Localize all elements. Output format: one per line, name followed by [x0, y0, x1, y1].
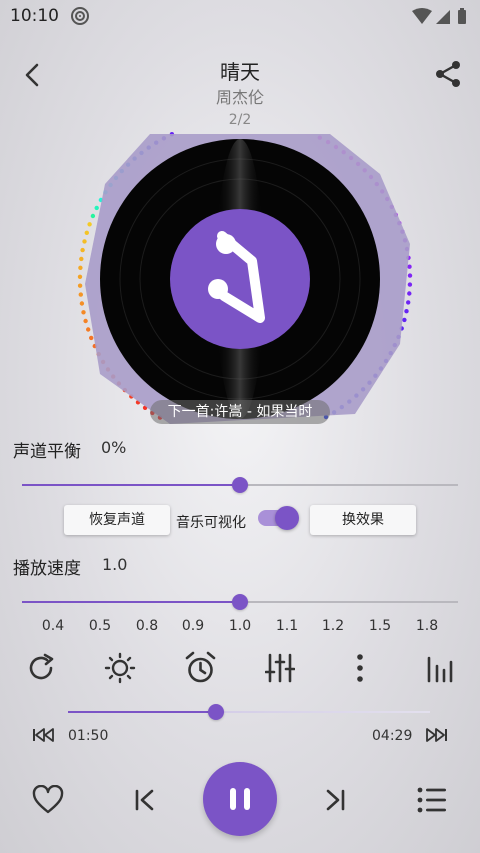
- balance-slider-fill: [22, 484, 240, 486]
- restore-channel-button[interactable]: 恢复声道: [64, 505, 170, 535]
- brightness-icon[interactable]: [104, 652, 136, 684]
- next-icon[interactable]: [324, 789, 346, 811]
- visualizer-dot: [79, 256, 84, 262]
- fast-forward-icon[interactable]: [424, 727, 448, 743]
- music-visualizer[interactable]: [40, 124, 440, 444]
- visualizer-dot: [90, 213, 96, 219]
- album-cover: [170, 209, 310, 349]
- speed-label: 播放速度: [13, 559, 81, 579]
- visualizer-dot: [407, 291, 412, 296]
- next-song-hint: 下一首:许嵩 - 如果当时: [150, 400, 330, 424]
- visualize-switch-thumb[interactable]: [275, 506, 299, 530]
- total-time: 04:29: [372, 728, 413, 744]
- visualizer-dot: [407, 264, 412, 269]
- heart-icon[interactable]: [32, 785, 64, 815]
- visualizer-dot: [86, 327, 91, 332]
- visualizer-dot: [78, 292, 83, 297]
- visualizer-dot: [406, 300, 411, 305]
- pause-button[interactable]: [203, 762, 277, 836]
- progress-fill: [68, 711, 217, 713]
- pause-icon: [230, 788, 250, 810]
- visualizer-dot: [82, 239, 87, 244]
- status-bar: 10:10: [0, 0, 480, 34]
- signal-icon: [436, 10, 450, 24]
- playlist-icon[interactable]: [416, 786, 448, 814]
- visualizer-dot: [80, 247, 85, 253]
- speed-tick: 0.4: [41, 618, 65, 634]
- speed-tick: 1.5: [368, 618, 392, 634]
- status-icons: [412, 8, 466, 24]
- visualizer-dot: [78, 265, 83, 270]
- speed-tick: 0.8: [135, 618, 159, 634]
- speed-tick: 1.1: [275, 618, 299, 634]
- speed-value: 1.0: [102, 555, 128, 574]
- speed-tick: 0.9: [181, 618, 205, 634]
- repeat-icon[interactable]: [25, 652, 57, 684]
- speed-slider-fill: [22, 601, 240, 603]
- speed-slider-thumb[interactable]: [232, 594, 248, 610]
- visualizer-dot: [407, 273, 413, 278]
- song-title: 晴天: [220, 60, 260, 84]
- equalizer-icon[interactable]: [265, 652, 295, 684]
- visualizer-dot: [94, 205, 99, 211]
- visualizer-dot: [77, 274, 83, 279]
- balance-label: 声道平衡: [13, 442, 81, 462]
- visualizer-dot: [402, 317, 407, 323]
- visualizer-dot: [87, 222, 92, 227]
- more-vert-icon[interactable]: [352, 652, 368, 684]
- visualizer-dot: [407, 282, 413, 287]
- spectrum-icon[interactable]: [425, 652, 455, 684]
- balance-value: 0%: [101, 438, 127, 457]
- visualizer-dot: [81, 310, 86, 315]
- share-icon[interactable]: [432, 58, 464, 90]
- switch-effect-button[interactable]: 换效果: [310, 505, 416, 535]
- wifi-icon: [412, 8, 432, 24]
- speed-tick: 1.0: [228, 618, 252, 634]
- speed-tick: 1.8: [415, 618, 439, 634]
- progress-thumb[interactable]: [208, 704, 225, 720]
- alarm-icon[interactable]: [184, 651, 217, 685]
- previous-icon[interactable]: [134, 789, 156, 811]
- visualizer-dot: [83, 318, 88, 324]
- rewind-icon[interactable]: [32, 727, 56, 743]
- visualizer-dot: [404, 309, 409, 314]
- song-artist: 周杰伦: [215, 88, 264, 107]
- visualizer-dot: [84, 230, 89, 235]
- disc-icon: [71, 7, 89, 25]
- visualizer-dot: [77, 283, 83, 288]
- current-time: 01:50: [68, 728, 109, 744]
- balance-slider-thumb[interactable]: [232, 477, 248, 493]
- speed-tick: 1.2: [321, 618, 345, 634]
- battery-icon: [458, 10, 466, 24]
- speed-tick: 0.5: [88, 618, 112, 634]
- status-time: 10:10: [10, 6, 59, 26]
- visualizer-dot: [89, 335, 94, 341]
- visualize-label: 音乐可视化: [176, 515, 246, 531]
- visualizer-dot: [79, 301, 85, 306]
